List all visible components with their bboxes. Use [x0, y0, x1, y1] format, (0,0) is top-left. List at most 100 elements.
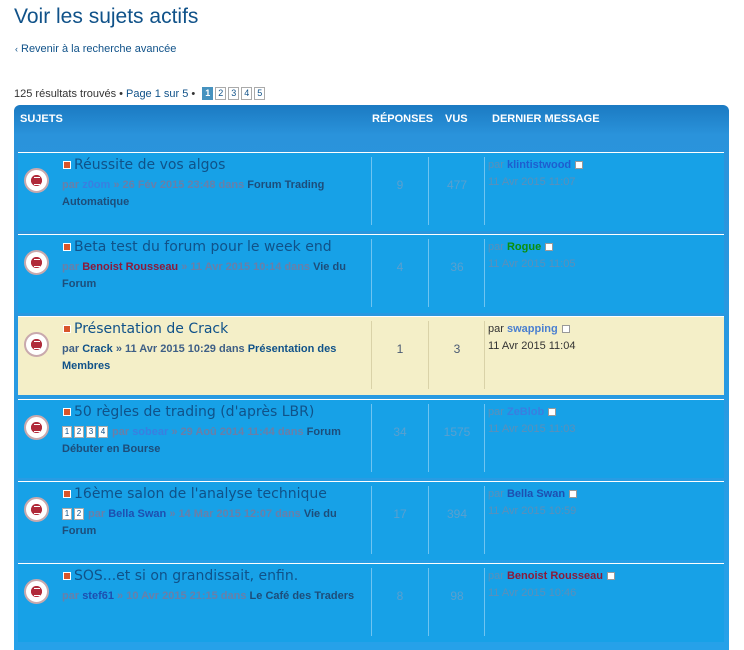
- topic-read-icon: [24, 415, 49, 440]
- last-post-date: 11 Avr 2015 11:04: [488, 340, 576, 352]
- topic-title-link[interactable]: 16ème salon de l'analyse technique: [74, 486, 327, 502]
- newest-post-icon[interactable]: [63, 490, 71, 498]
- topic-page-link[interactable]: 1: [62, 426, 72, 439]
- column-divider: [428, 239, 429, 307]
- column-divider: [371, 404, 372, 472]
- column-divider: [371, 239, 372, 307]
- topic-row: Beta test du forum pour le week end par B…: [18, 234, 724, 313]
- go-to-post-icon[interactable]: [561, 325, 570, 334]
- go-to-post-icon[interactable]: [569, 490, 578, 499]
- newest-post-icon[interactable]: [63, 161, 71, 169]
- topic-author-link[interactable]: Benoist Rousseau: [82, 261, 178, 273]
- column-divider: [484, 404, 485, 472]
- by-label: par: [488, 159, 507, 171]
- last-post-cell: par Bella Swan 11 Avr 2015 10:59: [488, 486, 718, 520]
- topic-read-icon: [24, 332, 49, 357]
- reply-count: 17: [393, 507, 407, 521]
- by-label: par: [62, 343, 83, 355]
- topic-row: SOS...et si on grandissait, enfin. par st…: [18, 563, 724, 642]
- reply-count: 1: [396, 342, 404, 356]
- newest-post-icon[interactable]: [63, 408, 71, 416]
- topic-page-link[interactable]: 3: [86, 426, 96, 439]
- topic-page-link[interactable]: 2: [74, 426, 84, 439]
- arrow-left-icon: ‹: [15, 44, 18, 54]
- column-divider: [371, 321, 372, 389]
- topic-read-icon: [24, 168, 49, 193]
- reply-count: 4: [396, 260, 404, 274]
- topic-author-link[interactable]: sobear: [132, 426, 168, 438]
- reply-count: 9: [396, 178, 404, 192]
- topic-title-link[interactable]: Réussite de vos algos: [74, 157, 225, 173]
- topic-author-link[interactable]: Bella Swan: [108, 508, 166, 520]
- header-views: VUS: [445, 113, 468, 125]
- forum-link[interactable]: Le Café des Traders: [250, 590, 355, 602]
- page-title: Voir les sujets actifs: [14, 5, 199, 28]
- go-to-post-icon[interactable]: [545, 243, 554, 252]
- view-count: 3: [453, 342, 461, 356]
- topic-page-link[interactable]: 4: [98, 426, 108, 439]
- topic-author-link[interactable]: stef61: [82, 590, 114, 602]
- by-label: par: [488, 488, 507, 500]
- topic-page-link[interactable]: 2: [74, 508, 84, 521]
- last-poster-link[interactable]: Rogue: [507, 241, 541, 253]
- go-to-post-icon[interactable]: [575, 161, 584, 170]
- topics-table: SUJETS RÉPONSES VUS DERNIER MESSAGE Réus…: [14, 105, 729, 650]
- column-divider: [371, 568, 372, 636]
- page-link-1[interactable]: 1: [202, 87, 214, 100]
- page-link-2[interactable]: 2: [215, 87, 227, 100]
- back-to-advanced-search-link[interactable]: ‹ Revenir à la recherche avancée: [15, 43, 176, 55]
- column-divider: [484, 486, 485, 554]
- topic-read-icon: [24, 579, 49, 604]
- last-poster-link[interactable]: klintistwood: [507, 159, 571, 171]
- last-poster-link[interactable]: Benoist Rousseau: [507, 570, 603, 582]
- page-link-3[interactable]: 3: [228, 87, 240, 100]
- topic-date: » 29 Aoû 2014 11:44 dans: [168, 426, 307, 438]
- go-to-post-icon[interactable]: [606, 572, 615, 581]
- last-poster-link[interactable]: ZeBlob: [507, 406, 544, 418]
- topic-date: » 10 Avr 2015 21:15 dans: [113, 590, 250, 602]
- topic-date: » 26 Fév 2015 23:48 dans: [110, 179, 248, 191]
- last-post-cell: par Rogue 11 Avr 2015 11:05: [488, 239, 718, 273]
- last-post-date: 11 Avr 2015 11:05: [488, 258, 576, 270]
- topic-page-links: 1234: [62, 426, 108, 439]
- last-post-cell: par ZeBlob 11 Avr 2015 11:03: [488, 404, 718, 438]
- topic-meta: par Benoist Rousseau » 11 Avr 2015 10:14…: [62, 259, 362, 293]
- header-topics: SUJETS: [20, 113, 63, 125]
- reply-count: 8: [396, 589, 404, 603]
- column-divider: [428, 157, 429, 225]
- column-divider: [428, 321, 429, 389]
- topic-title-line: Présentation de Crack: [63, 321, 228, 337]
- topic-title-link[interactable]: SOS...et si on grandissait, enfin.: [74, 568, 298, 584]
- topic-title-link[interactable]: Présentation de Crack: [74, 321, 228, 337]
- go-to-post-icon[interactable]: [548, 408, 557, 417]
- topic-date: » 14 Mar 2015 12:07 dans: [166, 508, 304, 520]
- last-poster-link[interactable]: swapping: [507, 323, 558, 335]
- newest-post-icon[interactable]: [63, 243, 71, 251]
- last-post-date: 11 Avr 2015 11:03: [488, 423, 576, 435]
- topic-title-link[interactable]: Beta test du forum pour le week end: [74, 239, 332, 255]
- topic-date: » 11 Avr 2015 10:14 dans: [178, 261, 314, 273]
- column-divider: [371, 157, 372, 225]
- topic-page-link[interactable]: 1: [62, 508, 72, 521]
- newest-post-icon[interactable]: [63, 572, 71, 580]
- last-poster-link[interactable]: Bella Swan: [507, 488, 565, 500]
- page-indicator[interactable]: Page 1 sur 5: [126, 88, 188, 100]
- by-label: par: [488, 406, 507, 418]
- topic-author-link[interactable]: Crack: [82, 343, 113, 355]
- page-link-5[interactable]: 5: [254, 87, 266, 100]
- header-last-post: DERNIER MESSAGE: [492, 113, 600, 125]
- topic-row: 50 règles de trading (d'après LBR) 1 2 3 4 pa…: [18, 399, 724, 478]
- view-count: 98: [450, 589, 464, 603]
- newest-post-icon[interactable]: [63, 325, 71, 333]
- topic-author-link[interactable]: z0om: [82, 179, 110, 191]
- topic-title-line: Beta test du forum pour le week end: [63, 239, 332, 255]
- last-post-cell: par Benoist Rousseau 11 Avr 2015 10:46: [488, 568, 718, 602]
- column-divider: [484, 568, 485, 636]
- topic-title-link[interactable]: 50 règles de trading (d'après LBR): [74, 404, 314, 420]
- separator: •: [191, 87, 196, 100]
- topic-page-links: 12: [62, 508, 84, 521]
- last-post-cell: par swapping 11 Avr 2015 11:04: [488, 321, 718, 355]
- page-link-4[interactable]: 4: [241, 87, 253, 100]
- topic-row: Présentation de Crack par Crack » 11 Avr …: [18, 316, 724, 395]
- last-post-date: 11 Avr 2015 10:46: [488, 587, 577, 599]
